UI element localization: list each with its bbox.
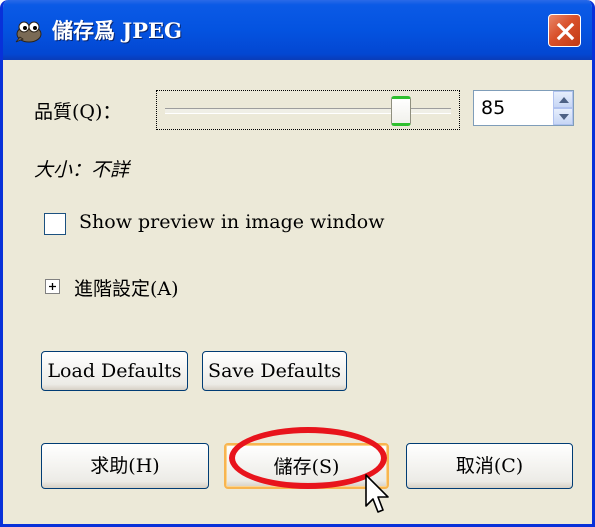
file-size-label: 大小：不詳: [34, 159, 130, 181]
cancel-button[interactable]: 取消(C): [406, 443, 573, 489]
preview-checkbox[interactable]: [44, 213, 66, 235]
close-icon: [556, 22, 575, 41]
advanced-expander[interactable]: [45, 279, 60, 294]
increment-button[interactable]: [553, 91, 573, 108]
quality-spinbutton[interactable]: 85: [473, 90, 574, 126]
cancel-label: 取消(C): [455, 455, 524, 477]
close-button[interactable]: [548, 14, 581, 47]
arrow-down-icon: [559, 114, 569, 120]
jpeg-save-dialog: 儲存爲 JPEG 品質(Q)： 85 大小：不詳 Show preview in…: [0, 0, 595, 527]
save-defaults-label: Save Defaults: [208, 360, 341, 382]
plus-icon: [49, 283, 56, 290]
decrement-button[interactable]: [553, 108, 573, 125]
help-button[interactable]: 求助(H): [41, 443, 209, 489]
help-label: 求助(H): [90, 455, 160, 477]
preview-label[interactable]: Show preview in image window: [79, 211, 385, 233]
title-bar[interactable]: 儲存爲 JPEG: [3, 0, 592, 60]
slider-thumb[interactable]: [391, 96, 412, 126]
quality-value[interactable]: 85: [481, 97, 505, 119]
advanced-label[interactable]: 進階設定(A): [74, 274, 179, 301]
highlight-ellipse: [229, 427, 387, 489]
arrow-up-icon: [559, 97, 569, 103]
gimp-icon: [15, 21, 42, 43]
save-defaults-button[interactable]: Save Defaults: [202, 351, 347, 391]
load-defaults-button[interactable]: Load Defaults: [41, 351, 188, 391]
load-defaults-label: Load Defaults: [47, 360, 182, 382]
mouse-pointer-icon: [365, 474, 389, 513]
quality-slider[interactable]: [156, 90, 460, 130]
window-title: 儲存爲 JPEG: [52, 18, 182, 43]
quality-label: 品質(Q)：: [34, 101, 122, 123]
